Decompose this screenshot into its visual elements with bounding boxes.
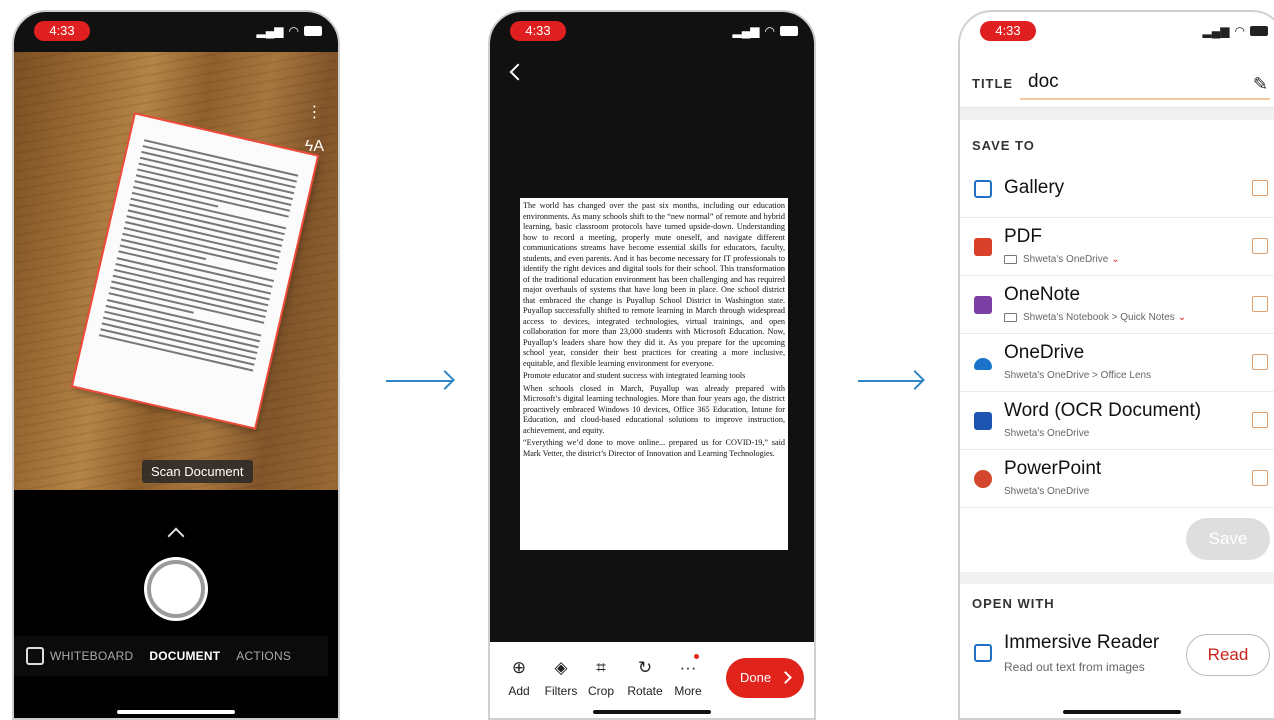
onedrive-icon xyxy=(974,358,992,370)
gallery-icon xyxy=(974,180,992,198)
folder-icon xyxy=(1004,312,1017,322)
rotate-button[interactable]: ↻ Rotate xyxy=(622,658,668,698)
flow-arrow-1 xyxy=(386,380,452,382)
camera-controls: WHITEBOARD DOCUMENT ACTIONS xyxy=(14,490,338,718)
rotate-icon: ↻ xyxy=(637,658,653,677)
title-label: TITLE xyxy=(972,76,1014,91)
signal-icon: ▂▄▆ xyxy=(1202,24,1230,38)
more-vert-icon[interactable]: ⋮ xyxy=(305,102,324,122)
battery-icon xyxy=(1250,26,1268,36)
home-indicator xyxy=(117,710,235,714)
pdf-icon xyxy=(974,238,992,256)
wifi-icon: ◠ xyxy=(1234,24,1245,38)
onenote-checkbox[interactable] xyxy=(1252,296,1268,312)
status-time: 4:33 xyxy=(34,21,90,41)
save-destination-onenote[interactable]: OneNote Shweta's Notebook > Quick Notes ⌄ xyxy=(960,276,1274,334)
open-with-heading: OPEN WITH xyxy=(972,596,1055,611)
edit-toolbar: ⊕ Add ◈ Filters ⌗ Crop ↻ Rotate ··· More… xyxy=(490,642,814,718)
mode-selector: WHITEBOARD DOCUMENT ACTIONS xyxy=(14,636,328,676)
powerpoint-checkbox[interactable] xyxy=(1252,470,1268,486)
onedrive-checkbox[interactable] xyxy=(1252,354,1268,370)
onenote-icon xyxy=(974,296,992,314)
save-destination-powerpoint[interactable]: PowerPoint Shweta's OneDrive xyxy=(960,450,1274,508)
add-image-icon: ⊕ xyxy=(511,658,527,677)
wifi-icon: ◠ xyxy=(288,24,299,38)
notification-dot xyxy=(694,654,699,659)
immersive-reader-icon xyxy=(974,644,992,662)
more-icon: ··· xyxy=(679,658,697,677)
camera-viewfinder[interactable]: ⋮ ϟA xyxy=(14,52,338,490)
status-bar: 4:33 ▂▄▆ ◠ xyxy=(14,12,338,52)
phone-preview-screen: 4:33 ▂▄▆ ◠ The world has changed over th… xyxy=(488,10,816,720)
gallery-checkbox[interactable] xyxy=(1252,180,1268,196)
mode-whiteboard[interactable]: WHITEBOARD xyxy=(50,649,133,663)
shutter-button[interactable] xyxy=(147,560,205,618)
pdf-checkbox[interactable] xyxy=(1252,238,1268,254)
flow-arrow-2 xyxy=(858,380,922,382)
wifi-icon: ◠ xyxy=(764,24,775,38)
doc-paragraph: When schools closed in March, Puyallup w… xyxy=(523,383,785,435)
title-row: TITLE ✎ xyxy=(960,52,1274,108)
save-destination-pdf[interactable]: PDF Shweta's OneDrive ⌄ xyxy=(960,218,1274,276)
save-destination-word[interactable]: Word (OCR Document) Shweta's OneDrive xyxy=(960,392,1274,450)
status-bar: 4:33 ▂▄▆ ◠ xyxy=(960,12,1274,52)
gallery-icon[interactable] xyxy=(26,647,44,665)
phone-save-screen: 4:33 ▂▄▆ ◠ TITLE ✎ SAVE TO Gallery PDF S… xyxy=(958,10,1274,720)
chevron-down-icon[interactable]: ⌄ xyxy=(1111,254,1119,265)
status-bar: 4:33 ▂▄▆ ◠ xyxy=(490,12,814,52)
word-checkbox[interactable] xyxy=(1252,412,1268,428)
back-icon[interactable] xyxy=(509,63,527,81)
folder-icon xyxy=(1004,254,1017,264)
home-indicator xyxy=(1063,710,1181,714)
crop-button[interactable]: ⌗ Crop xyxy=(578,658,624,698)
status-time: 4:33 xyxy=(510,21,566,41)
chevron-up-icon[interactable] xyxy=(167,527,185,545)
save-destination-gallery[interactable]: Gallery xyxy=(960,160,1274,218)
chevron-down-icon[interactable]: ⌄ xyxy=(1178,312,1186,323)
flash-auto-icon[interactable]: ϟA xyxy=(305,138,324,156)
powerpoint-icon xyxy=(974,470,992,488)
signal-icon: ▂▄▆ xyxy=(256,24,284,38)
pencil-icon[interactable]: ✎ xyxy=(1253,74,1268,95)
crop-icon: ⌗ xyxy=(596,658,606,677)
add-button[interactable]: ⊕ Add xyxy=(496,658,542,698)
battery-icon xyxy=(304,26,322,36)
save-to-heading: SAVE TO xyxy=(972,138,1035,153)
chevron-right-icon xyxy=(779,671,792,684)
mode-document[interactable]: DOCUMENT xyxy=(149,649,220,663)
scanned-document: The world has changed over the past six … xyxy=(520,198,788,550)
status-time: 4:33 xyxy=(980,21,1036,41)
signal-icon: ▂▄▆ xyxy=(732,24,760,38)
doc-paragraph: “Everything we’d done to move online... … xyxy=(523,438,785,458)
more-button[interactable]: ··· More xyxy=(665,658,711,698)
word-icon xyxy=(974,412,992,430)
title-input[interactable] xyxy=(1020,66,1270,100)
doc-paragraph: The world has changed over the past six … xyxy=(523,201,785,368)
phone-camera-screen: ⋮ ϟA Scan Document 4:33 ▂▄▆ ◠ WHITEBOARD… xyxy=(12,10,340,720)
read-button[interactable]: Read xyxy=(1186,634,1270,676)
save-destination-onedrive[interactable]: OneDrive Shweta's OneDrive > Office Lens xyxy=(960,334,1274,392)
done-button[interactable]: Done xyxy=(726,658,804,698)
home-indicator xyxy=(593,710,711,714)
scan-document-label: Scan Document xyxy=(142,460,253,483)
battery-icon xyxy=(780,26,798,36)
save-button[interactable]: Save xyxy=(1186,518,1270,560)
mode-actions[interactable]: ACTIONS xyxy=(236,649,291,663)
doc-paragraph: Promote educator and student success wit… xyxy=(523,371,746,380)
